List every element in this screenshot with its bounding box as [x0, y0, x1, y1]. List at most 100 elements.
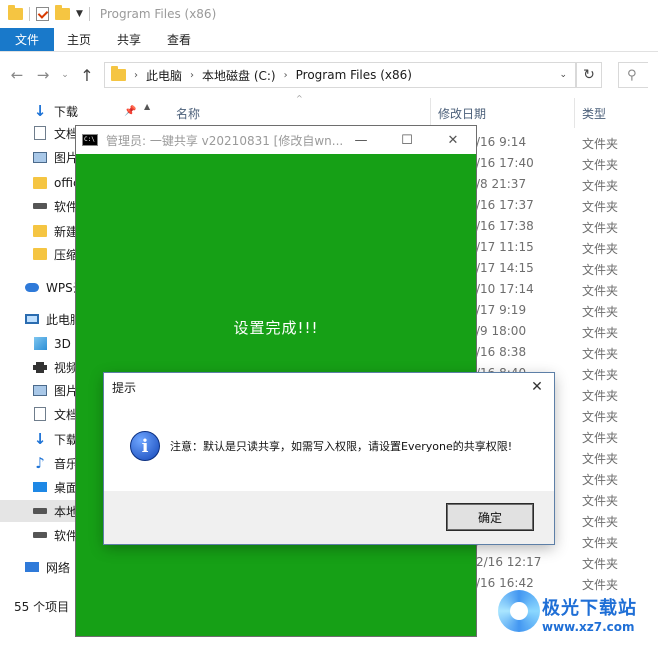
file-list-header: ^ 名称 修改日期 类型: [160, 94, 658, 128]
message-dialog: 提示 ✕ i 注意：默认是只读共享，如需写入权限，请设置Everyone的共享权…: [104, 373, 554, 544]
navigation-bar: ← → ⌄ ↑ › 此电脑 › 本地磁盘 (C:) › Program File…: [0, 52, 658, 98]
modified-date: 2/16 12:17: [476, 555, 542, 569]
document-icon: [32, 407, 48, 421]
file-type: 文件夹: [582, 557, 619, 571]
column-divider[interactable]: [430, 98, 431, 128]
sidebar-item-label: 图片: [54, 150, 79, 165]
new-folder-icon[interactable]: [55, 5, 70, 20]
maximize-icon[interactable]: ☐: [384, 126, 430, 154]
close-icon[interactable]: ✕: [430, 126, 476, 154]
breadcrumb-separator-icon[interactable]: ›: [134, 70, 138, 81]
column-header-date[interactable]: 修改日期: [438, 105, 486, 122]
file-type: 文件夹: [582, 179, 619, 193]
command-prompt-icon: C:\: [82, 134, 98, 146]
file-type: 文件夹: [582, 326, 619, 340]
quick-access-divider: [88, 7, 90, 21]
desktop-icon: [32, 480, 48, 494]
drive-icon: [32, 528, 48, 542]
console-titlebar[interactable]: C:\ 管理员: 一键共享 v20210831 [修改自wn... — ☐ ✕: [76, 126, 476, 154]
sort-ascending-icon: ^: [296, 94, 303, 103]
column-header-type[interactable]: 类型: [582, 105, 606, 122]
breadcrumb-program-files[interactable]: Program Files (x86): [296, 68, 412, 82]
file-type: 文件夹: [582, 137, 619, 151]
drive-icon: [32, 504, 48, 518]
column-header-name[interactable]: 名称: [176, 105, 200, 122]
file-type: 文件夹: [582, 200, 619, 214]
file-type: 文件夹: [582, 305, 619, 319]
watermark-title: 极光下载站: [542, 598, 637, 619]
sidebar-item-label: 图片: [54, 383, 79, 398]
tab-view[interactable]: 查看: [154, 28, 204, 51]
dialog-title: 提示: [112, 380, 137, 395]
tab-file[interactable]: 文件: [0, 28, 55, 51]
sidebar-item-label: 软件: [54, 528, 79, 543]
ribbon-tabs: 文件 主页 共享 查看: [0, 28, 658, 52]
dialog-titlebar[interactable]: 提示 ✕: [104, 373, 554, 401]
modified-date: /9 18:00: [476, 324, 527, 338]
picture-icon: [32, 383, 48, 397]
sidebar-item-label: 桌面: [54, 480, 79, 495]
dialog-footer: 确定: [104, 491, 554, 544]
network-icon: [24, 560, 40, 574]
column-divider[interactable]: [574, 98, 575, 128]
drive-icon: [32, 199, 48, 213]
breadcrumb-this-pc[interactable]: 此电脑: [146, 67, 182, 84]
dialog-message: 注意：默认是只读共享，如需写入权限，请设置Everyone的共享权限!: [170, 440, 513, 453]
download-arrow-icon: ↓: [33, 102, 47, 120]
file-type: 文件夹: [582, 431, 619, 445]
address-bar[interactable]: › 此电脑 › 本地磁盘 (C:) › Program Files (x86) …: [104, 62, 576, 88]
tab-home[interactable]: 主页: [54, 28, 104, 51]
forward-arrow-icon[interactable]: →: [34, 66, 52, 84]
modified-date: /16 17:40: [476, 156, 534, 170]
modified-date: /16 17:38: [476, 219, 534, 233]
file-type: 文件夹: [582, 473, 619, 487]
minimize-icon[interactable]: —: [338, 126, 384, 154]
computer-icon: [24, 312, 40, 326]
tab-share[interactable]: 共享: [104, 28, 154, 51]
sidebar-item-label: 网络: [46, 560, 71, 575]
breadcrumb-separator-icon[interactable]: ›: [190, 70, 194, 81]
sidebar-item-label: 视频: [54, 360, 79, 375]
file-type: 文件夹: [582, 515, 619, 529]
info-icon: i: [130, 431, 160, 461]
properties-icon[interactable]: [36, 7, 49, 21]
sidebar-item-label: 文档: [54, 126, 79, 141]
breadcrumb-local-disk[interactable]: 本地磁盘 (C:): [202, 67, 276, 84]
item-count: 55 个项目: [14, 599, 70, 614]
recent-locations-chevron-icon[interactable]: ⌄: [60, 70, 70, 80]
address-dropdown-icon[interactable]: ⌄: [559, 70, 567, 80]
file-type: 文件夹: [582, 452, 619, 466]
refresh-icon[interactable]: ↻: [576, 62, 602, 88]
sidebar-item-label: 新建: [54, 224, 79, 239]
watermark-url: www.xz7.com: [542, 620, 635, 634]
cloud-icon: [24, 280, 40, 294]
sidebar-item[interactable]: ↓ 下载: [0, 100, 160, 122]
folder-icon: [32, 247, 48, 261]
back-arrow-icon[interactable]: ←: [8, 66, 26, 84]
up-arrow-icon[interactable]: ↑: [78, 66, 96, 85]
quick-access-dropdown-icon[interactable]: ▼: [76, 9, 83, 19]
sidebar-item-label: 压缩: [54, 247, 79, 262]
download-arrow-icon: ↓: [33, 430, 47, 448]
dialog-body: i 注意：默认是只读共享，如需写入权限，请设置Everyone的共享权限!: [104, 401, 554, 491]
modified-date: /16 17:37: [476, 198, 534, 212]
folder-icon: [8, 5, 23, 20]
folder-icon: [111, 66, 126, 81]
modified-date: /17 14:15: [476, 261, 534, 275]
window-title: Program Files (x86): [99, 7, 217, 21]
explorer-titlebar: ▼ Program Files (x86): [0, 0, 658, 28]
folder-icon: [32, 224, 48, 238]
modified-date: /17 11:15: [476, 240, 534, 254]
console-title: 管理员: 一键共享 v20210831 [修改自wn...: [106, 133, 344, 148]
sidebar-item-label: 软件: [54, 199, 79, 214]
search-icon[interactable]: ⚲: [618, 62, 648, 88]
sidebar-item-label: 文档: [54, 407, 79, 422]
breadcrumb-separator-icon[interactable]: ›: [284, 70, 288, 81]
ok-button[interactable]: 确定: [446, 503, 534, 531]
picture-icon: [32, 150, 48, 164]
file-type: 文件夹: [582, 158, 619, 172]
sidebar-item-label: 本地: [54, 504, 79, 519]
quick-access-divider: [29, 7, 30, 21]
close-icon[interactable]: ✕: [520, 373, 554, 401]
folder-icon: [32, 176, 48, 190]
